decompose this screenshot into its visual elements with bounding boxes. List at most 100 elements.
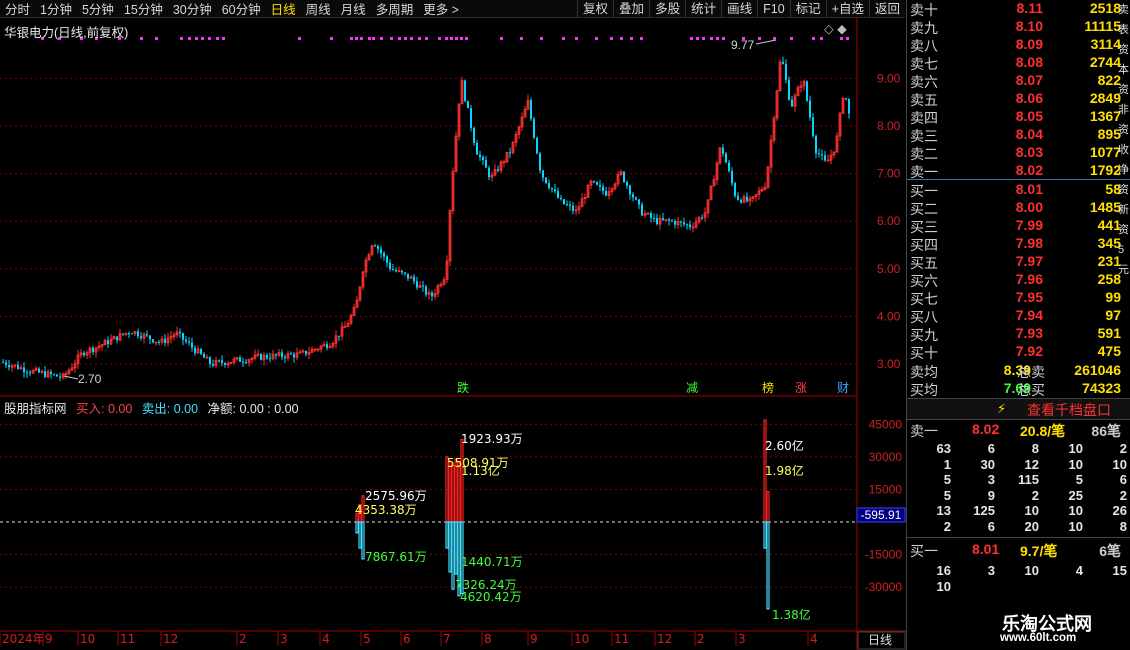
- signal-dot: [773, 37, 776, 40]
- buy-level-row[interactable]: 买九 7.93 591: [907, 325, 1130, 343]
- queue-count: 86笔: [1091, 423, 1121, 439]
- sell-level-row[interactable]: 卖七 8.08 2744: [907, 54, 1130, 72]
- event-tag[interactable]: 跌: [457, 380, 469, 395]
- candle-body: [593, 181, 595, 183]
- candle-body: [815, 135, 817, 154]
- period-tab[interactable]: 60分钟: [217, 0, 266, 18]
- period-tab[interactable]: 1分钟: [35, 0, 77, 18]
- candle-body: [338, 335, 340, 337]
- x-label: 3: [738, 632, 746, 646]
- ob-price: 8.00: [1015, 199, 1043, 215]
- ob-label: 卖五: [910, 92, 938, 108]
- buy-level-row[interactable]: 买八 7.94 97: [907, 307, 1130, 325]
- candle-body: [2, 362, 4, 364]
- candle-body: [812, 117, 814, 136]
- toolbar-button[interactable]: 叠加: [613, 0, 649, 18]
- period-tab[interactable]: 更多 >: [418, 0, 464, 18]
- flow-annotation: 1.13亿: [461, 463, 500, 478]
- candle-body: [569, 204, 571, 206]
- signal-dot: [742, 37, 745, 40]
- flow-annotation: 1.38亿: [772, 607, 811, 622]
- candle-body: [290, 353, 292, 355]
- candle-body: [530, 100, 532, 119]
- sell-level-row[interactable]: 卖六 8.07 822: [907, 72, 1130, 90]
- toolbar-button[interactable]: 返回: [868, 0, 905, 18]
- toolbar-button[interactable]: 画线: [721, 0, 757, 18]
- period-tab[interactable]: 日线: [266, 0, 301, 18]
- period-tab[interactable]: 多周期: [371, 0, 419, 18]
- panel-divider: [907, 537, 1130, 538]
- event-tag[interactable]: 榜: [762, 380, 774, 395]
- candle-body: [563, 199, 565, 205]
- ob-mark: *: [1017, 1, 1021, 11]
- buy-level-row[interactable]: 买一 8.01 58: [907, 181, 1130, 199]
- buy-level-row[interactable]: 买二 8.00 1485: [907, 199, 1130, 217]
- flow-bar: [355, 521, 359, 534]
- signal-dot: [520, 37, 523, 40]
- flow-bar: [445, 521, 449, 549]
- diamond-icon[interactable]: ◇ ◆: [824, 21, 847, 36]
- signal-dot: [216, 37, 219, 40]
- queue-row: 5 3 115 5 6: [907, 472, 1130, 488]
- depth-button[interactable]: ⚡ 查看千档盘口: [907, 399, 1130, 419]
- x-label: 2: [239, 632, 247, 646]
- toolbar-button[interactable]: F10: [757, 0, 790, 18]
- period-label[interactable]: 日线: [868, 633, 892, 647]
- indicator-tick: -15000: [865, 548, 903, 562]
- candle-body: [476, 142, 478, 155]
- period-tab[interactable]: 5分钟: [77, 0, 119, 18]
- signal-dot: [820, 37, 823, 40]
- sell-level-row[interactable]: 卖四 8.05 1367: [907, 108, 1130, 126]
- buy-level-row[interactable]: 买六 7.96 258: [907, 271, 1130, 289]
- period-tab[interactable]: 周线: [301, 0, 336, 18]
- sell-level-row[interactable]: 卖三 8.04 895: [907, 126, 1130, 144]
- ob-volume: 2849: [1089, 90, 1121, 106]
- event-tag[interactable]: 财: [837, 381, 849, 395]
- queue-cell: 125: [973, 503, 995, 518]
- queue-row: 13 125 10 10 26: [907, 503, 1130, 519]
- queue-cell: 9: [987, 487, 995, 503]
- sell-level-row[interactable]: 卖十 8.11 * 2518: [907, 0, 1130, 18]
- lightning-icon: ⚡: [997, 401, 1007, 416]
- buy-level-row[interactable]: 买三 7.99 441: [907, 217, 1130, 235]
- buy-level-row[interactable]: 买十 7.92 * 475: [907, 343, 1130, 361]
- toolbar-button[interactable]: 标记: [789, 0, 826, 18]
- toolbar-button[interactable]: +自选: [825, 0, 869, 18]
- chart-canvas[interactable]: 9.00 8.00 7.00 6.00 5.00 4.00 3.00 45000 30000 15…: [0, 0, 906, 650]
- signal-dot: [155, 37, 158, 40]
- watermark-url: www.60lt.com: [1000, 632, 1077, 644]
- queue-cell: 1: [943, 456, 951, 472]
- candle-body: [728, 162, 730, 172]
- candle-body: [194, 347, 196, 354]
- toolbar-button[interactable]: 统计: [685, 0, 721, 18]
- queue-row: 2 6 20 10 8: [907, 519, 1130, 535]
- period-tab[interactable]: 30分钟: [168, 0, 217, 18]
- toolbar-button[interactable]: 多股: [649, 0, 685, 18]
- period-tab[interactable]: 15分钟: [119, 0, 168, 18]
- indicator-name: 股朋指标网: [4, 402, 67, 416]
- toolbar-button[interactable]: 复权: [577, 0, 613, 18]
- queue-cell: 10: [1068, 456, 1083, 472]
- sell-level-row[interactable]: 卖二 8.03 1077: [907, 144, 1130, 162]
- sell-level-row[interactable]: 卖九 8.10 11115: [907, 18, 1130, 36]
- sell-level-row[interactable]: 卖八 8.09 3114: [907, 36, 1130, 54]
- period-tab[interactable]: 分时: [0, 0, 35, 18]
- ob-price: 8.05: [1015, 108, 1043, 124]
- event-tag[interactable]: 减: [686, 381, 698, 395]
- right-edge-char: 元: [1118, 264, 1129, 276]
- candle-body: [683, 222, 685, 225]
- sell-level-row[interactable]: 卖一 8.02 1792: [907, 162, 1130, 180]
- buy-level-row[interactable]: 买七 7.95 99: [907, 289, 1130, 307]
- signal-dot: [180, 37, 183, 40]
- buy-level-row[interactable]: 买四 7.98 345: [907, 235, 1130, 253]
- period-tab[interactable]: 月线: [336, 0, 371, 18]
- queue-cell: 5: [943, 487, 951, 503]
- signal-dot: [222, 37, 225, 40]
- queue-row: 16 3 10 4 15: [907, 563, 1130, 579]
- sell-level-row[interactable]: 卖五 8.06 2849: [907, 90, 1130, 108]
- candle-body: [158, 341, 160, 343]
- signal-dot: [790, 37, 793, 40]
- event-tag[interactable]: 涨: [795, 380, 807, 395]
- buy-level-row[interactable]: 买五 7.97 231: [907, 253, 1130, 271]
- candle-body: [116, 336, 118, 341]
